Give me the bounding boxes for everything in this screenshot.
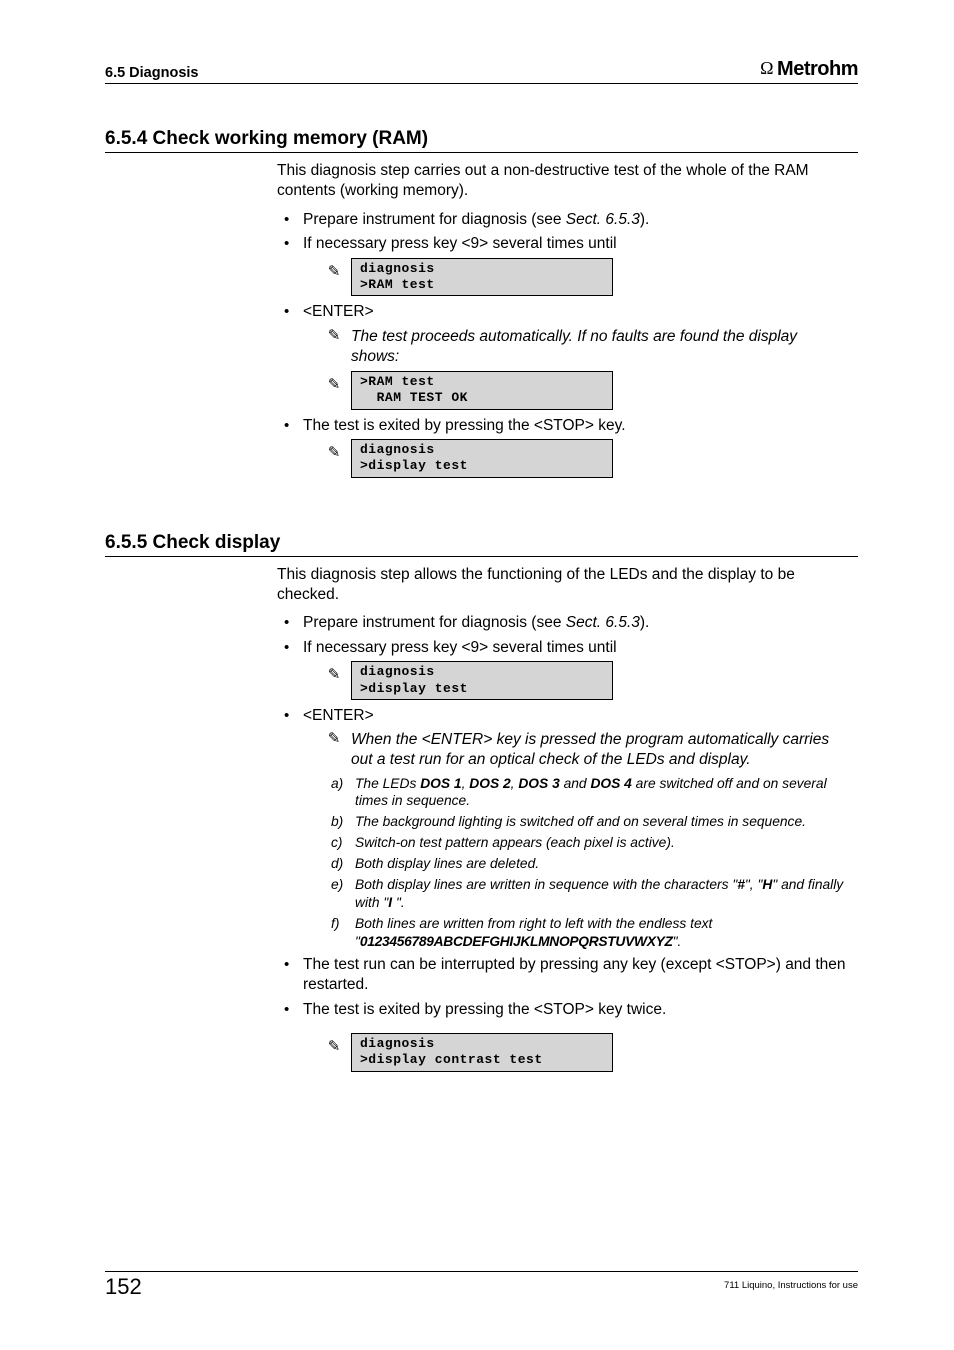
text: The test is exited by pressing the <STOP… <box>303 1001 666 1018</box>
brand-logo: Ω Metrohm <box>760 58 858 81</box>
intro-654: This diagnosis step carries out a non-de… <box>277 161 848 202</box>
hand-icon: ✎ <box>327 730 341 770</box>
sub-text: When the <ENTER> key is pressed the prog… <box>351 730 848 770</box>
brand-text: Metrohm <box>777 58 858 81</box>
text: Prepare instrument for diagnosis (see <box>303 614 566 631</box>
hand-icon: ✎ <box>327 1033 341 1054</box>
sub-row: ✎ When the <ENTER> key is pressed the pr… <box>327 730 848 770</box>
text: Both display lines are written in sequen… <box>355 877 737 892</box>
step-c: c)Switch-on test pattern appears (each p… <box>331 834 848 852</box>
text: ", " <box>745 877 762 892</box>
step-a: a) The LEDs DOS 1, DOS 2, DOS 3 and DOS … <box>331 775 848 811</box>
bullet-interrupt: The test run can be interrupted by press… <box>277 955 848 996</box>
lcd-box: diagnosis >display test <box>351 439 613 478</box>
lcd-box: diagnosis >display contrast test <box>351 1033 613 1072</box>
text-ref: Sect. 6.5.3 <box>566 211 640 228</box>
lcd-line: diagnosis <box>360 1036 435 1051</box>
lcd-line: diagnosis <box>360 442 435 457</box>
section-gap <box>105 484 858 532</box>
text: # <box>737 877 745 892</box>
omega-icon: Ω <box>760 58 773 79</box>
text: DOS 1 <box>420 776 461 791</box>
text: DOS 2 <box>469 776 510 791</box>
page-header: 6.5 Diagnosis Ω Metrohm <box>105 58 858 84</box>
text: ). <box>640 211 649 228</box>
hand-icon: ✎ <box>327 327 341 367</box>
heading-655: 6.5.5 Check display <box>105 532 858 557</box>
lcd-box: >RAM test RAM TEST OK <box>351 371 613 410</box>
bullet-enter: <ENTER> ✎ When the <ENTER> key is presse… <box>277 706 848 951</box>
lcd-row: ✎ diagnosis >display test <box>327 661 848 700</box>
text: ). <box>640 614 649 631</box>
content-area: 6.5.4 Check working memory (RAM) This di… <box>105 128 858 1078</box>
lcd-box: diagnosis >RAM test <box>351 258 613 297</box>
text: <ENTER> <box>303 707 374 724</box>
lcd-line: >display test <box>360 458 468 473</box>
text: ". <box>673 934 682 949</box>
page: 6.5 Diagnosis Ω Metrohm 6.5.4 Check work… <box>0 0 954 1350</box>
footer-doc-title: 711 Liquino, Instructions for use <box>724 1274 858 1291</box>
heading-654: 6.5.4 Check working memory (RAM) <box>105 128 858 153</box>
lcd-row: ✎ >RAM test RAM TEST OK <box>327 371 848 410</box>
sub-row: ✎ The test proceeds automatically. If no… <box>327 327 848 367</box>
text: The LEDs <box>355 776 420 791</box>
text: Switch-on test pattern appears (each pix… <box>355 835 675 850</box>
step-b: b)The background lighting is switched of… <box>331 813 848 831</box>
body-654: This diagnosis step carries out a non-de… <box>277 161 848 478</box>
text: 0123456789ABCDEFGHIJKLMNOPQRSTUVWXYZ <box>360 934 673 949</box>
bullet-prepare: Prepare instrument for diagnosis (see Se… <box>277 210 848 230</box>
lcd-line: >display contrast test <box>360 1052 543 1067</box>
bullet-exit: The test is exited by pressing the <STOP… <box>277 416 848 478</box>
lcd-box: diagnosis >display test <box>351 661 613 700</box>
lcd-row: ✎ diagnosis >display test <box>327 439 848 478</box>
page-footer: 152 711 Liquino, Instructions for use <box>105 1271 858 1300</box>
bullet-press9: If necessary press key <9> several times… <box>277 234 848 296</box>
step-d: d)Both display lines are deleted. <box>331 855 848 873</box>
bullet-enter: <ENTER> ✎ The test proceeds automaticall… <box>277 302 848 409</box>
text: ". <box>392 895 405 910</box>
text: The test run can be interrupted by press… <box>303 956 846 993</box>
hand-icon: ✎ <box>327 258 341 279</box>
lcd-row: ✎ diagnosis >RAM test <box>327 258 848 297</box>
hand-icon: ✎ <box>327 371 341 392</box>
text: and <box>560 776 591 791</box>
lcd-line: diagnosis <box>360 261 435 276</box>
text: Both display lines are deleted. <box>355 856 539 871</box>
text: If necessary press key <9> several times… <box>303 639 617 656</box>
lcd-line: diagnosis <box>360 664 435 679</box>
step-e: e) Both display lines are written in seq… <box>331 876 848 912</box>
text-ref: Sect. 6.5.3 <box>566 614 640 631</box>
hand-icon: ✎ <box>327 439 341 460</box>
text: If necessary press key <9> several times… <box>303 235 617 252</box>
hand-icon: ✎ <box>327 661 341 682</box>
text: <ENTER> <box>303 303 374 320</box>
alpha-list: a) The LEDs DOS 1, DOS 2, DOS 3 and DOS … <box>331 775 848 951</box>
sub-text: The test proceeds automatically. If no f… <box>351 327 848 367</box>
text: DOS 4 <box>590 776 631 791</box>
header-section: 6.5 Diagnosis <box>105 65 198 81</box>
lcd-line: >RAM test <box>360 277 435 292</box>
bullet-list-655: Prepare instrument for diagnosis (see Se… <box>277 613 848 1071</box>
text: The background lighting is switched off … <box>355 814 806 829</box>
text: H <box>762 877 772 892</box>
bullet-list-654: Prepare instrument for diagnosis (see Se… <box>277 210 848 478</box>
step-f: f) Both lines are written from right to … <box>331 915 848 951</box>
text: The test is exited by pressing the <STOP… <box>303 417 626 434</box>
bullet-press9: If necessary press key <9> several times… <box>277 638 848 700</box>
lcd-row: ✎ diagnosis >display contrast test <box>327 1033 848 1072</box>
text: DOS 3 <box>518 776 559 791</box>
body-655: This diagnosis step allows the functioni… <box>277 565 848 1072</box>
lcd-line: >RAM test <box>360 374 435 389</box>
lcd-line: RAM TEST OK <box>360 390 468 405</box>
lcd-line: >display test <box>360 681 468 696</box>
bullet-prepare: Prepare instrument for diagnosis (see Se… <box>277 613 848 633</box>
text: Prepare instrument for diagnosis (see <box>303 211 566 228</box>
intro-655: This diagnosis step allows the functioni… <box>277 565 848 606</box>
page-number: 152 <box>105 1274 142 1300</box>
bullet-exit-twice: The test is exited by pressing the <STOP… <box>277 1000 848 1072</box>
